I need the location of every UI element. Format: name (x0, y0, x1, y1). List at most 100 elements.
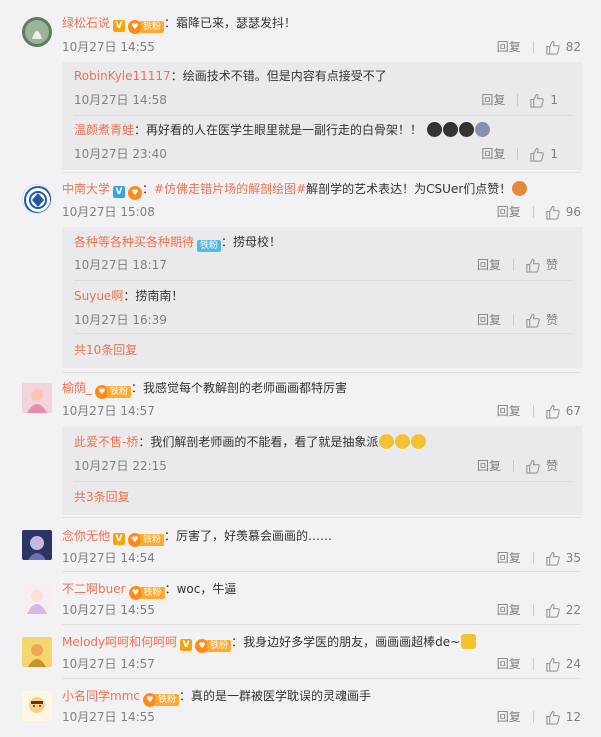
topic-link[interactable]: #仿佛走错片场的解剖绘图# (154, 182, 306, 196)
divider (517, 94, 519, 106)
avatar[interactable] (22, 530, 52, 560)
reply-button[interactable]: 回复 (497, 203, 521, 221)
reply-button[interactable]: 回复 (477, 457, 501, 475)
reply-time: 10月27日 22:15 (74, 459, 167, 473)
reply-button[interactable]: 回复 (497, 549, 521, 567)
reply-button[interactable]: 回复 (497, 655, 521, 673)
thumbs-up-icon (530, 147, 545, 162)
comment-time: 10月27日 14:55 (62, 710, 155, 724)
comment-text: 我身边好多学医的朋友，画画画超棒de~ (243, 635, 461, 649)
reply-button[interactable]: 回复 (497, 708, 521, 726)
username-link[interactable]: 不二啊buer (62, 582, 126, 596)
username-link[interactable]: 此爱不售-桥 (74, 435, 138, 449)
comment-time: 10月27日 14:57 (62, 657, 155, 671)
colon: ： (221, 235, 234, 249)
like-button[interactable]: 82 (545, 38, 581, 56)
reply-button[interactable]: 回复 (497, 402, 521, 420)
like-count: 22 (565, 603, 581, 617)
like-button[interactable]: 赞 (525, 457, 558, 475)
comment-divider (62, 372, 581, 373)
colon: ： (142, 182, 155, 196)
reply-button[interactable]: 回复 (481, 91, 505, 109)
reply-actions: 回复 赞 (477, 311, 558, 329)
avatar[interactable] (22, 691, 52, 721)
like-button[interactable]: 1 (529, 91, 558, 109)
like-button[interactable]: 24 (545, 655, 581, 673)
fans-badge: ♥ 铁粉 (95, 385, 132, 399)
thumbs-up-icon (526, 258, 540, 273)
more-replies-link[interactable]: 共10条回复 (74, 341, 137, 359)
comment-text: 我感觉每个教解剖的老师画画都特厉害 (143, 381, 348, 395)
fans-label: 铁粉 (207, 640, 232, 652)
thumbs-up-icon (546, 657, 560, 672)
comment-text: 霜降已来，瑟瑟发抖！ (176, 16, 297, 30)
username-link[interactable]: 小名同学mmc (62, 689, 140, 703)
like-button[interactable]: 35 (545, 549, 581, 567)
username-link[interactable]: Melody呵呵和何呵呵 (62, 635, 177, 649)
avatar[interactable] (22, 17, 52, 47)
username-link[interactable]: 各种等各种买各种期待 (74, 235, 194, 249)
reply-box: 此爱不售-桥：我们解剖老师画的不能看，看了就是抽象派 10月27日 22:15 … (62, 426, 582, 515)
comment-time: 10月27日 14:57 (62, 404, 155, 418)
reply-button[interactable]: 回复 (497, 601, 521, 619)
like-count: 82 (565, 40, 581, 54)
like-button[interactable]: 赞 (525, 311, 558, 329)
avatar[interactable] (22, 184, 52, 214)
emoji-icon (512, 181, 528, 196)
comment-actions: 回复 12 (497, 708, 581, 726)
thumbs-up-icon (546, 40, 560, 55)
comment-actions: 回复 67 (497, 402, 581, 420)
reply-line: Suyue啊：捞南南！ (74, 287, 183, 305)
username-link[interactable]: RobinKyle11117 (74, 69, 171, 83)
reply-button[interactable]: 回复 (481, 145, 505, 163)
like-count: 67 (565, 404, 581, 418)
comment-line: 小名同学mmc ♥ 铁粉 ：真的是一群被医学耽误的灵魂画手 (62, 687, 371, 707)
emoji-icon (474, 122, 490, 137)
more-replies-link[interactable]: 共3条回复 (74, 488, 130, 506)
fans-badge: ♥ (128, 186, 143, 200)
comment-line: 中南大学 V ♥ ：#仿佛走错片场的解剖绘图#解剖学的艺术表达！为CSUer们点赞！ (62, 180, 528, 200)
reply-divider (74, 280, 572, 281)
comment-text: woc，牛逼 (176, 582, 237, 596)
reply-divider (74, 115, 572, 116)
username-link[interactable]: 绿松石说 (62, 16, 110, 30)
like-button[interactable]: 赞 (525, 256, 558, 274)
fans-badge: 铁粉 (197, 239, 222, 253)
colon: ： (123, 289, 136, 303)
verified-icon: V (113, 20, 126, 32)
reply-button[interactable]: 回复 (497, 38, 521, 56)
username-link[interactable]: 中南大学 (62, 182, 110, 196)
reply-button[interactable]: 回复 (477, 256, 501, 274)
username-link[interactable]: Suyue啊 (74, 289, 123, 303)
emoji-icon (458, 122, 474, 137)
username-link[interactable]: 温颜煮青蛙 (74, 123, 134, 137)
avatar[interactable] (22, 584, 52, 614)
reply-box: RobinKyle11117：绘画技术不错。但是内容有点接受不了 10月27日 … (62, 62, 582, 170)
comment-time: 10月27日 14:55 (62, 603, 155, 617)
colon: ： (138, 435, 151, 449)
like-button[interactable]: 12 (545, 708, 581, 726)
reply-time: 10月27日 23:40 (74, 147, 167, 161)
like-button[interactable]: 67 (545, 402, 581, 420)
like-count: 赞 (545, 459, 558, 473)
divider (532, 552, 534, 564)
reply-line: 温颜煮青蛙：再好看的人在医学生眼里就是一副行走的白骨架！！ (74, 121, 490, 139)
fans-label: 铁粉 (154, 694, 179, 706)
verified-icon: V (113, 533, 126, 545)
reply-box: 各种等各种买各种期待 铁粉 ：捞母校！ 10月27日 18:17 回复 赞 Suyu… (62, 227, 582, 368)
comment-actions: 回复 24 (497, 655, 581, 673)
username-link[interactable]: 念你无他 (62, 529, 110, 543)
like-button[interactable]: 1 (529, 145, 558, 163)
thumbs-up-icon (546, 551, 560, 566)
divider (532, 405, 534, 417)
like-button[interactable]: 22 (545, 601, 581, 619)
username-link[interactable]: 榆荫_ (62, 381, 92, 395)
avatar[interactable] (22, 383, 52, 413)
avatar[interactable] (22, 637, 52, 667)
reply-time: 10月27日 14:58 (74, 93, 167, 107)
comment-line: 念你无他 V ♥ 铁粉 ：厉害了，好羡慕会画画的…… (62, 527, 332, 547)
like-button[interactable]: 96 (545, 203, 581, 221)
reply-button[interactable]: 回复 (477, 311, 501, 329)
emoji-icon (461, 634, 477, 649)
reply-text: 绘画技术不错。但是内容有点接受不了 (182, 69, 387, 83)
